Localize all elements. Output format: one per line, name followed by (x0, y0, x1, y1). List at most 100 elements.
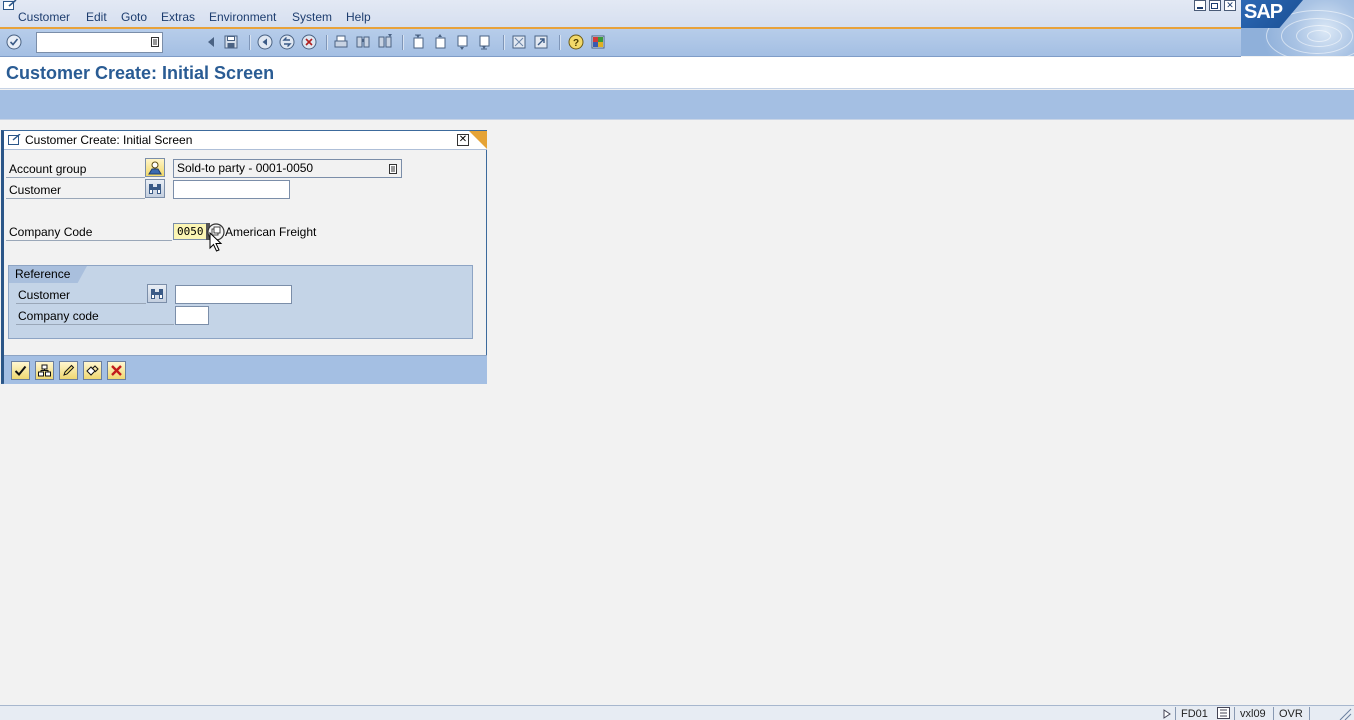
org-levels-button[interactable] (35, 361, 54, 380)
toolbar-separator (402, 35, 404, 50)
company-code-input[interactable]: 0050 (173, 223, 207, 240)
menu-edit[interactable]: Edit (86, 10, 107, 24)
toolbar-separator (249, 35, 251, 50)
layout-icon[interactable] (590, 34, 606, 50)
label-underline (6, 240, 172, 241)
resize-grip-icon[interactable] (1336, 707, 1352, 720)
status-separator (1309, 707, 1310, 720)
app-menu-icon[interactable] (3, 0, 17, 10)
back-icon[interactable] (257, 34, 273, 50)
dialog-title: Customer Create: Initial Screen (25, 133, 193, 147)
data-icon (86, 365, 99, 376)
reference-company-code-input[interactable] (175, 306, 209, 325)
title-bar: Customer Create: Initial Screen (0, 57, 1354, 89)
account-group-value: Sold-to party - 0001-0050 (177, 161, 314, 175)
continue-button[interactable] (11, 361, 30, 380)
company-code-label: Company Code (9, 225, 93, 239)
command-dropdown-icon[interactable] (151, 37, 159, 47)
minimize-icon[interactable] (1194, 0, 1206, 11)
status-separator (1175, 707, 1176, 720)
command-field[interactable] (36, 32, 163, 53)
create-session-icon[interactable] (511, 34, 527, 50)
print-icon[interactable] (333, 34, 349, 50)
svg-text:?: ? (573, 38, 579, 49)
status-bar: FD01 vxl09 OVR (0, 705, 1354, 720)
last-page-icon[interactable] (477, 34, 493, 50)
edit-button[interactable] (59, 361, 78, 380)
reference-group-tab: Reference (9, 266, 87, 283)
company-code-description: American Freight (225, 225, 317, 239)
account-group-label: Account group (9, 162, 87, 176)
dialog-close-icon[interactable]: ✕ (457, 134, 469, 146)
org-levels-icon (38, 364, 51, 377)
menu-system[interactable]: System (292, 10, 332, 24)
label-underline (16, 324, 174, 325)
toolbar-separator (559, 35, 561, 50)
exit-icon[interactable] (279, 34, 295, 50)
menu-extras[interactable]: Extras (161, 10, 195, 24)
find-icon[interactable] (355, 34, 371, 50)
status-expand-icon[interactable] (1163, 709, 1171, 719)
previous-page-icon[interactable] (433, 34, 449, 50)
toolbar-separator (326, 35, 328, 50)
back-nav-icon[interactable] (203, 34, 219, 50)
standard-toolbar: ? (0, 29, 1241, 57)
reference-customer-label: Customer (18, 288, 71, 302)
save-icon[interactable] (223, 34, 239, 50)
cancel-icon[interactable] (301, 34, 317, 50)
customer-label: Customer (9, 183, 62, 197)
dialog-footer-toolbar (4, 355, 487, 384)
label-underline (6, 198, 145, 199)
restore-icon[interactable] (1209, 0, 1221, 11)
menu-customer[interactable]: Customer (18, 10, 70, 24)
status-mode: OVR (1279, 708, 1303, 720)
company-code-value: 0050 (177, 225, 204, 238)
dialog-corner-accent (469, 131, 487, 149)
reference-company-code-label: Company code (18, 309, 99, 323)
status-server: vxl09 (1240, 708, 1266, 720)
customer-search-button[interactable] (145, 179, 165, 198)
cancel-button[interactable] (107, 361, 126, 380)
account-group-select[interactable]: Sold-to party - 0001-0050 (173, 159, 402, 178)
status-separator (1273, 707, 1274, 720)
status-transaction: FD01 (1181, 708, 1208, 720)
enter-icon[interactable] (6, 34, 22, 50)
page-title: Customer Create: Initial Screen (6, 63, 275, 83)
menu-environment[interactable]: Environment (209, 10, 276, 24)
dialog-title-bar: Customer Create: Initial Screen ✕ (4, 131, 487, 150)
next-page-icon[interactable] (455, 34, 471, 50)
menu-goto[interactable]: Goto (121, 10, 147, 24)
status-separator (1234, 707, 1235, 720)
cancel-icon (111, 365, 122, 376)
label-underline (6, 177, 145, 178)
customer-create-dialog: Customer Create: Initial Screen ✕ Accoun… (1, 130, 487, 384)
help-icon[interactable]: ? (568, 34, 584, 50)
reference-group-title: Reference (15, 267, 71, 281)
label-underline (16, 303, 146, 304)
reference-group-box: Reference Customer Company code (8, 265, 473, 339)
person-icon (148, 161, 162, 175)
customer-input[interactable] (173, 180, 290, 199)
sap-logo: SAP (1241, 0, 1354, 62)
command-input[interactable] (37, 33, 151, 50)
binoculars-icon (149, 184, 161, 194)
first-page-icon[interactable] (411, 34, 427, 50)
edit-icon (63, 364, 75, 376)
status-list-icon[interactable] (1217, 707, 1230, 719)
toolbar-separator (503, 35, 505, 50)
binoculars-icon (151, 289, 163, 299)
reference-customer-input[interactable] (175, 285, 292, 304)
data-button[interactable] (83, 361, 102, 380)
menu-bar: Customer Edit Goto Extras Environment Sy… (0, 0, 1354, 29)
reference-customer-search-button[interactable] (147, 284, 167, 303)
find-next-icon[interactable] (377, 34, 393, 50)
dropdown-list-icon[interactable] (389, 164, 397, 174)
dialog-menu-icon[interactable] (8, 134, 21, 145)
sap-logo-text: SAP (1244, 1, 1283, 23)
menu-help[interactable]: Help (346, 10, 371, 24)
continue-icon (14, 365, 27, 376)
application-toolbar (0, 90, 1354, 120)
close-window-icon[interactable]: ✕ (1224, 0, 1236, 11)
shortcut-icon[interactable] (533, 34, 549, 50)
account-group-help-button[interactable] (145, 158, 165, 177)
